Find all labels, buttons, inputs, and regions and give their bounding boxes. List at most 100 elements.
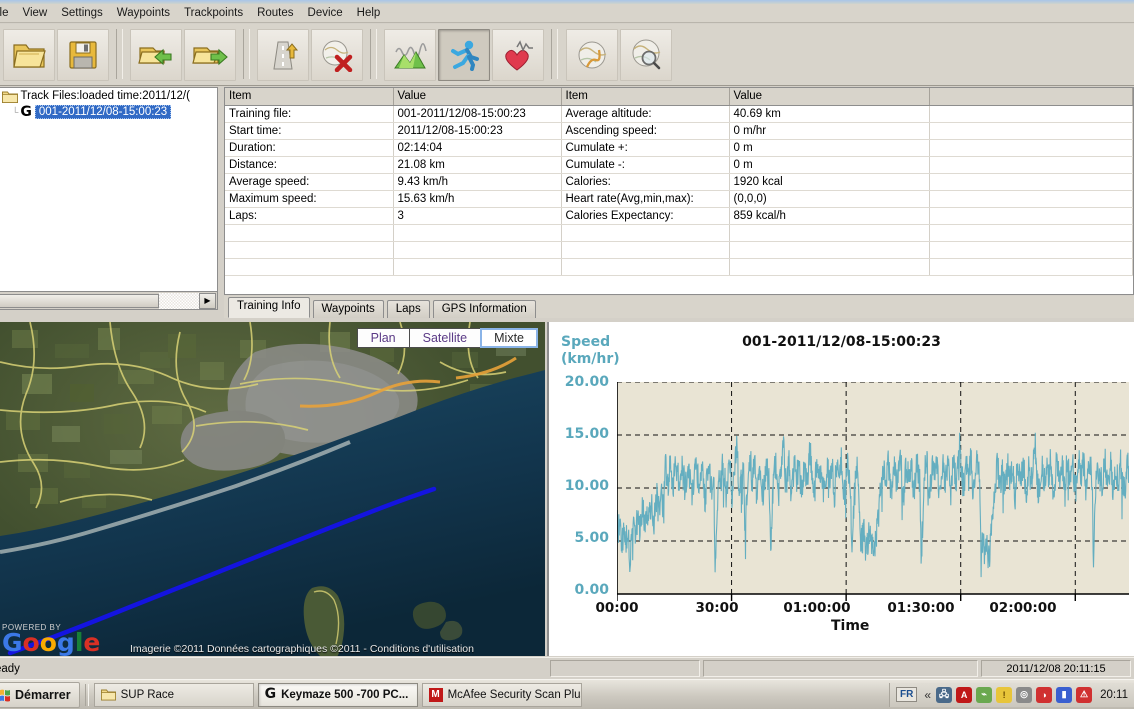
cell-item: Calories Expectancy:	[561, 207, 730, 225]
tab-waypoints[interactable]: Waypoints	[312, 300, 384, 318]
table-row[interactable]: Duration: 02:14:04 Cumulate +: 0 m	[225, 139, 1133, 157]
start-button[interactable]: Démarrer	[0, 681, 80, 708]
zoom-map-button[interactable]	[619, 29, 672, 81]
cell-item: Laps:	[225, 207, 394, 225]
grid-header-item-2[interactable]: Item	[561, 88, 730, 106]
menu-item-waypoints[interactable]: Waypoints	[110, 5, 177, 21]
taskbar-item-sup-race[interactable]: SUP Race	[93, 682, 254, 707]
scrollbar-thumb[interactable]	[0, 293, 159, 308]
tab-training-info[interactable]: Training Info	[228, 297, 310, 318]
cell-item: Maximum speed:	[225, 190, 394, 208]
toolbar-separator	[370, 29, 378, 79]
menu-item-help[interactable]: Help	[350, 5, 388, 21]
disc-icon[interactable]: ◎	[1016, 686, 1033, 703]
taskbar-item-keymaze[interactable]: G Keymaze 500 -700 PC...	[257, 682, 418, 707]
folder-right-arrow-icon	[192, 47, 228, 66]
table-row[interactable]	[225, 224, 1133, 242]
map-type-plan-button[interactable]: Plan	[356, 328, 410, 348]
update-icon[interactable]: !	[996, 686, 1013, 703]
table-row[interactable]: Laps: 3 Calories Expectancy: 859 kcal/h	[225, 207, 1133, 225]
export-button[interactable]	[184, 29, 237, 81]
chart-y-axis-label: Speed (km/hr)	[561, 334, 620, 368]
system-tray: FR « 🖧 A ⌁ ! ◎ ◑ ▮ ⚠ 20:11	[889, 682, 1134, 707]
y-tick-15: 15.00	[564, 426, 609, 442]
track-files-tree[interactable]: ⊟ Track Files:loaded time:2011/12/( └ G …	[0, 87, 218, 292]
table-row[interactable]	[225, 241, 1133, 259]
save-file-button[interactable]	[57, 29, 109, 81]
x-tick-0: 00:00	[595, 600, 639, 616]
show-map-button[interactable]	[565, 29, 618, 81]
tray-chevron-icon[interactable]: «	[924, 688, 931, 702]
cell-value: 0 m	[729, 139, 930, 157]
menu-item-routes[interactable]: Routes	[250, 5, 300, 21]
menu-item-settings[interactable]: Settings	[54, 5, 110, 21]
network-icon[interactable]: 🖧	[936, 686, 953, 703]
menu-item-device[interactable]: Device	[301, 5, 350, 21]
scroll-right-button[interactable]: ▶	[199, 292, 216, 309]
menu-bar: ile View Settings Waypoints Trackpoints …	[0, 4, 1134, 23]
menu-item-trackpoints[interactable]: Trackpoints	[177, 5, 250, 21]
toolbar	[0, 24, 1134, 86]
warning-icon[interactable]: ⚠	[1076, 686, 1093, 703]
google-wordmark: Google	[2, 628, 101, 656]
heartrate-chart-button[interactable]	[492, 29, 545, 81]
speed-plot-area[interactable]	[617, 382, 1129, 622]
red-app-icon[interactable]: ◑	[1036, 686, 1053, 703]
menu-item-file[interactable]: ile	[0, 5, 16, 21]
y-tick-0: 0.00	[574, 582, 609, 598]
table-row[interactable]: Training file: 001-2011/12/08-15:00:23 A…	[225, 105, 1133, 123]
import-button[interactable]	[130, 29, 183, 81]
taskbar-item-mcafee[interactable]: M McAfee Security Scan Plus	[421, 682, 582, 707]
delete-track-button[interactable]	[311, 29, 364, 81]
table-row[interactable]: Maximum speed: 15.63 km/h Heart rate(Avg…	[225, 190, 1133, 208]
application-window: ile View Settings Waypoints Trackpoints …	[0, 0, 1134, 709]
adobe-icon[interactable]: A	[956, 686, 973, 703]
mcafee-icon: M	[428, 687, 443, 702]
tree-child-label[interactable]: 001-2011/12/08-15:00:23	[34, 105, 172, 119]
cell-value: (0,0,0)	[729, 190, 930, 208]
map-view[interactable]: Plouzané Locmaria-Plouzané Bellevue Bres…	[0, 322, 545, 656]
x-tick-1h30: 01:30:00	[887, 600, 955, 616]
grid-header-spacer[interactable]	[929, 88, 1133, 106]
cell-value: 9.43 km/h	[393, 173, 562, 191]
tree-root-node[interactable]: ⊟ Track Files:loaded time:2011/12/(	[0, 88, 217, 104]
map-type-satellite-button[interactable]: Satellite	[408, 328, 482, 348]
toolbar-separator	[551, 29, 559, 79]
tab-laps[interactable]: Laps	[386, 300, 430, 318]
tree-horizontal-scrollbar[interactable]: ▶	[0, 292, 218, 310]
cell-value: 001-2011/12/08-15:00:23	[393, 105, 562, 123]
tree-child-node[interactable]: └ G 001-2011/12/08-15:00:23	[0, 104, 217, 120]
altitude-chart-button[interactable]	[384, 29, 437, 81]
y-tick-10: 10.00	[564, 478, 609, 494]
tray-clock[interactable]: 20:11	[1100, 689, 1128, 701]
table-row[interactable]: Start time: 2011/12/08-15:00:23 Ascendin…	[225, 122, 1133, 140]
cell-item: Distance:	[225, 156, 394, 174]
table-row[interactable]: Distance: 21.08 km Cumulate -: 0 m	[225, 156, 1133, 174]
toolbar-separator	[243, 29, 251, 79]
cell-item	[561, 224, 730, 242]
cell-item	[561, 258, 730, 276]
speed-chart-panel: 001-2011/12/08-15:00:23 Speed (km/hr) 20…	[547, 322, 1134, 656]
cell-value: 0 m/hr	[729, 122, 930, 140]
tab-gps-information[interactable]: GPS Information	[432, 300, 536, 318]
upload-track-button[interactable]	[257, 29, 310, 81]
wireless-icon[interactable]: ⌁	[976, 686, 993, 703]
scrollbar-track[interactable]	[159, 292, 199, 309]
speed-chart-button[interactable]	[438, 29, 491, 81]
grid-header-item-1[interactable]: Item	[225, 88, 394, 106]
language-indicator[interactable]: FR	[896, 687, 918, 702]
chart-title: 001-2011/12/08-15:00:23	[742, 334, 941, 350]
cell-value	[729, 224, 930, 242]
road-up-arrow-icon	[273, 41, 299, 70]
map-red-x-icon	[322, 40, 353, 72]
table-row[interactable]: Average speed: 9.43 km/h Calories: 1920 …	[225, 173, 1133, 191]
cell-item: Start time:	[225, 122, 394, 140]
menu-item-view[interactable]: View	[16, 5, 55, 21]
grid-header-value-2[interactable]: Value	[729, 88, 930, 106]
map-type-mixte-button[interactable]: Mixte	[480, 328, 538, 348]
usb-icon[interactable]: ▮	[1056, 686, 1073, 703]
table-row[interactable]	[225, 258, 1133, 276]
chart-x-axis-label: Time	[831, 618, 870, 634]
grid-header-value-1[interactable]: Value	[393, 88, 562, 106]
open-file-button[interactable]	[3, 29, 55, 81]
